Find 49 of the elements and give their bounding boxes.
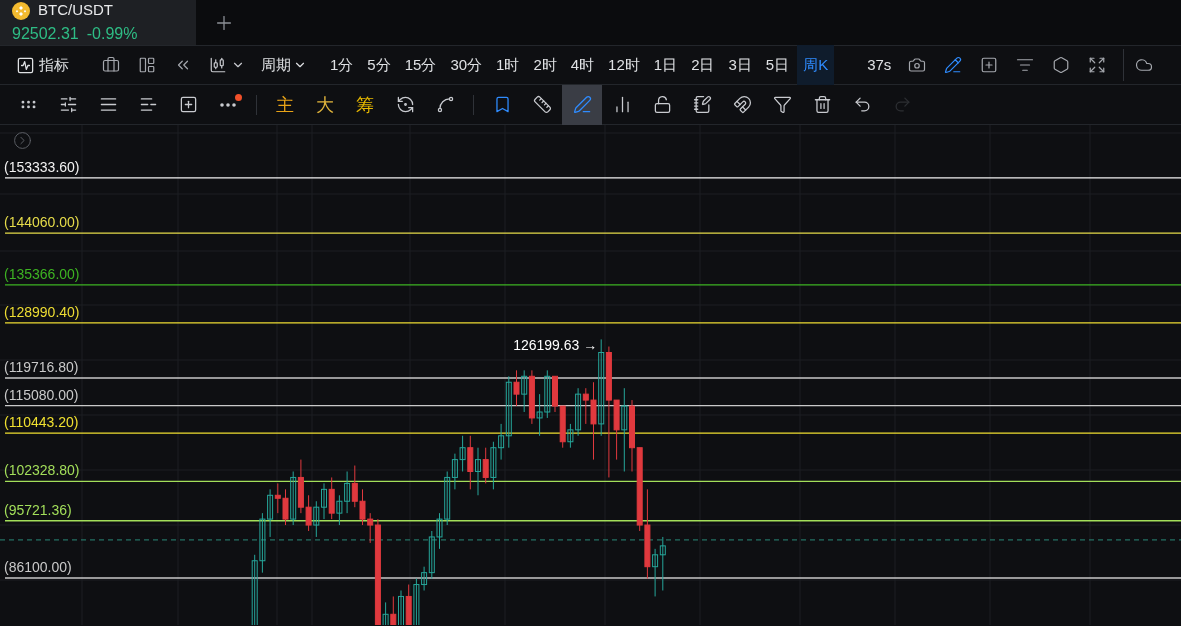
interval-tab[interactable]: 1日 [647, 45, 684, 85]
interval-tab[interactable]: 2日 [685, 45, 721, 85]
interval-tab[interactable]: 5日 [759, 45, 796, 85]
indicator-label: 指标 [39, 54, 69, 75]
list-icon [1016, 56, 1035, 74]
interval-tab[interactable]: 15分 [398, 45, 443, 85]
fullscreen-icon [1088, 56, 1107, 74]
pen-tool[interactable] [562, 84, 602, 125]
interval-tab[interactable]: 30分 [444, 45, 489, 85]
price-level-label: (95721.36) [4, 501, 72, 518]
price-level-label: (119716.80) [4, 358, 79, 375]
period-dropdown[interactable]: 周期 [253, 45, 315, 85]
interval-tab[interactable]: 4时 [564, 45, 601, 85]
interval-tab[interactable]: 1时 [490, 45, 526, 85]
countdown-timer: 37s [867, 54, 892, 75]
coin-logo-icon [12, 1, 30, 20]
camera-icon [908, 56, 927, 74]
settings-icon [1052, 56, 1071, 74]
price-level-label: (115080.00) [4, 386, 79, 403]
price-level-label: (144060.00) [4, 214, 80, 231]
price-change: -0.99% [86, 23, 138, 44]
indicator-button[interactable]: 指标 [12, 45, 73, 85]
main-force-tool[interactable]: 大 [305, 84, 345, 125]
pencil-icon [944, 56, 963, 74]
chevron-right-circle-icon [13, 131, 32, 150]
last-price: 92502.31 [12, 23, 79, 44]
period-label: 周期 [261, 54, 291, 75]
expand-panel-button[interactable] [13, 131, 32, 150]
candlestick-icon [209, 56, 227, 74]
price-level-label: (110443.20) [4, 414, 79, 431]
price-level-label: (86100.00) [4, 559, 72, 575]
interval-tab[interactable]: 周K [797, 45, 835, 85]
interval-tab[interactable]: 1分 [324, 45, 360, 85]
layout-icon [138, 56, 156, 74]
price-level-label: (102328.80) [4, 462, 80, 479]
interval-tab[interactable]: 3日 [722, 45, 758, 85]
interval-tab[interactable]: 5分 [361, 45, 397, 85]
interval-tab[interactable]: 12时 [602, 45, 646, 85]
peak-price-label: 126199.63 → [513, 337, 598, 354]
interval-tab[interactable]: 2时 [527, 45, 563, 85]
cloud-icon [1135, 56, 1154, 74]
main-force-tool[interactable]: 筹 [345, 84, 385, 125]
price-level-label: (128990.40) [4, 303, 80, 320]
price-level-label: (135366.00) [4, 265, 80, 282]
symbol-name: BTC/USDT [38, 0, 113, 21]
symbol-tab[interactable]: BTC/USDT 92502.31 -0.99% [0, 0, 196, 45]
add-window-icon [980, 56, 999, 74]
price-level-label: (153333.60) [4, 158, 80, 175]
main-force-tool[interactable]: 主 [265, 84, 305, 125]
